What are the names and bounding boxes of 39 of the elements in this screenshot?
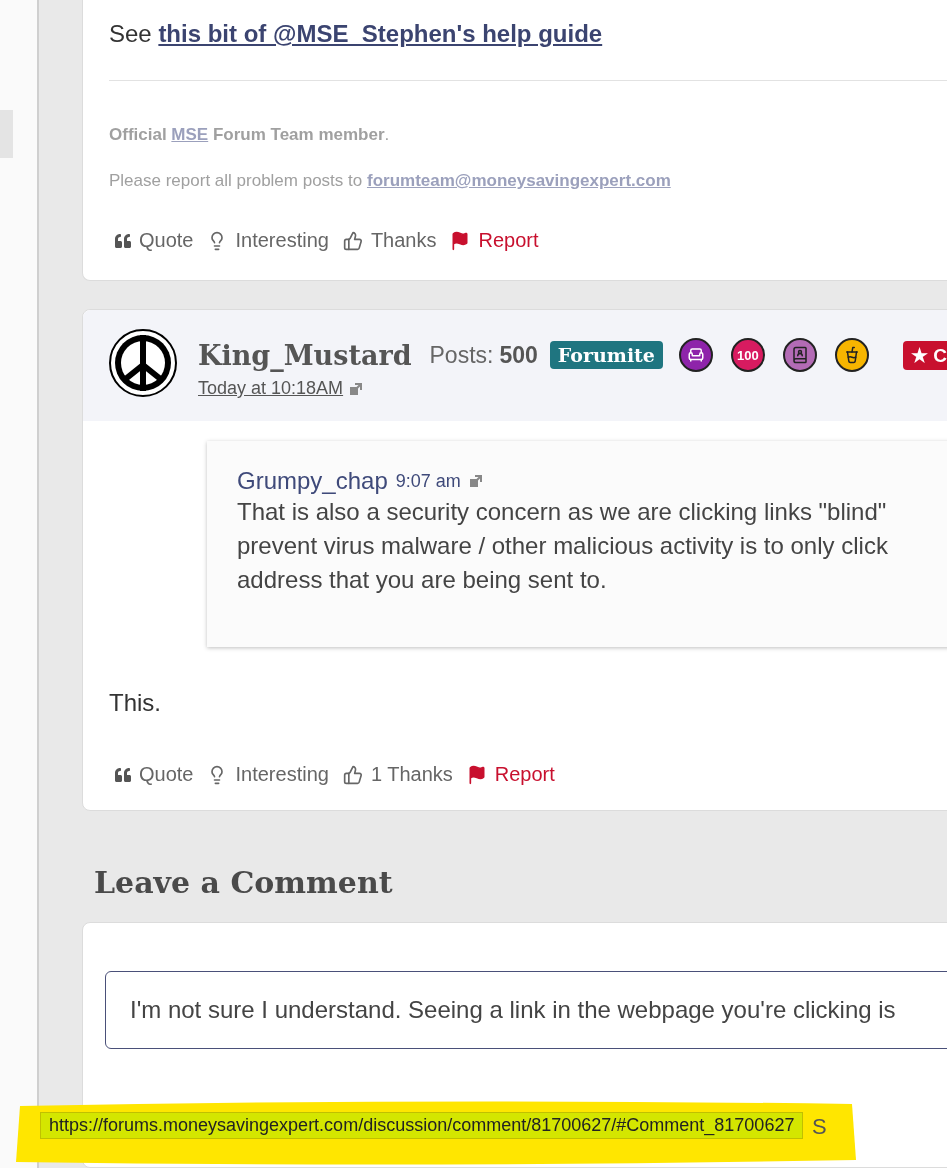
quote-button[interactable]: Quote — [115, 763, 194, 786]
post-time[interactable]: Today at 10:18AM — [198, 378, 344, 399]
rank-badge: Forumite — [549, 341, 663, 369]
guide-link[interactable]: this bit of @MSE_Stephen's help guide — [158, 20, 603, 47]
quote-text: That is also a security concern as we are clicking links "blind" — [237, 497, 888, 527]
link-url-tooltip: https://forums.moneysavingexpert.com/discussion/comment/81700627/#Comment_81700627 — [40, 1112, 804, 1139]
thanks-button[interactable]: 1 Thanks — [342, 763, 453, 786]
quote-icon — [115, 766, 131, 783]
flag-icon — [450, 230, 471, 251]
author-name[interactable]: King_Mustard — [198, 339, 412, 371]
post-text: This. — [109, 689, 162, 717]
signature-text: Please report all problem posts to forumteam@moneysavingexpert.com — [109, 171, 672, 191]
armchair-icon — [686, 346, 705, 364]
thanks-button[interactable]: Thanks — [342, 229, 437, 252]
report-button[interactable]: Report — [450, 229, 539, 252]
quote-time[interactable]: 9:07 am — [395, 470, 461, 492]
peace-sign-avatar — [108, 328, 178, 398]
address-book-icon — [790, 346, 809, 364]
comment-field[interactable]: I'm not sure I understand. Seeing a link in the webpage you're clicking is — [105, 971, 947, 1049]
posts-label: Posts: — [429, 341, 494, 369]
thumbs-up-icon — [342, 764, 363, 785]
quote-button[interactable]: Quote — [115, 229, 194, 252]
external-link-icon — [468, 474, 483, 488]
section-heading: Leave a Comment — [94, 865, 394, 900]
role-badge: ★ C — [902, 340, 947, 370]
quote-author[interactable]: Grumpy_chap — [237, 467, 388, 495]
quote-text: address that you are being sent to. — [237, 565, 608, 595]
posts-count: 500 — [499, 341, 538, 369]
signature-text: Official MSE Forum Team member. — [109, 125, 391, 145]
quote-text: prevent virus malware / other malicious activity is to only click — [237, 531, 889, 561]
post-text: See this bit of @MSE_Stephen's help guide — [109, 20, 604, 48]
thumbs-up-icon — [342, 230, 363, 251]
report-button[interactable]: Report — [466, 763, 555, 786]
interesting-button[interactable]: Interesting — [207, 229, 329, 252]
achievement-badge: 100 — [730, 338, 765, 372]
external-link-icon — [349, 381, 364, 396]
comment-text: S — [812, 1114, 827, 1140]
quote-icon — [115, 232, 131, 249]
interesting-button[interactable]: Interesting — [207, 763, 329, 786]
